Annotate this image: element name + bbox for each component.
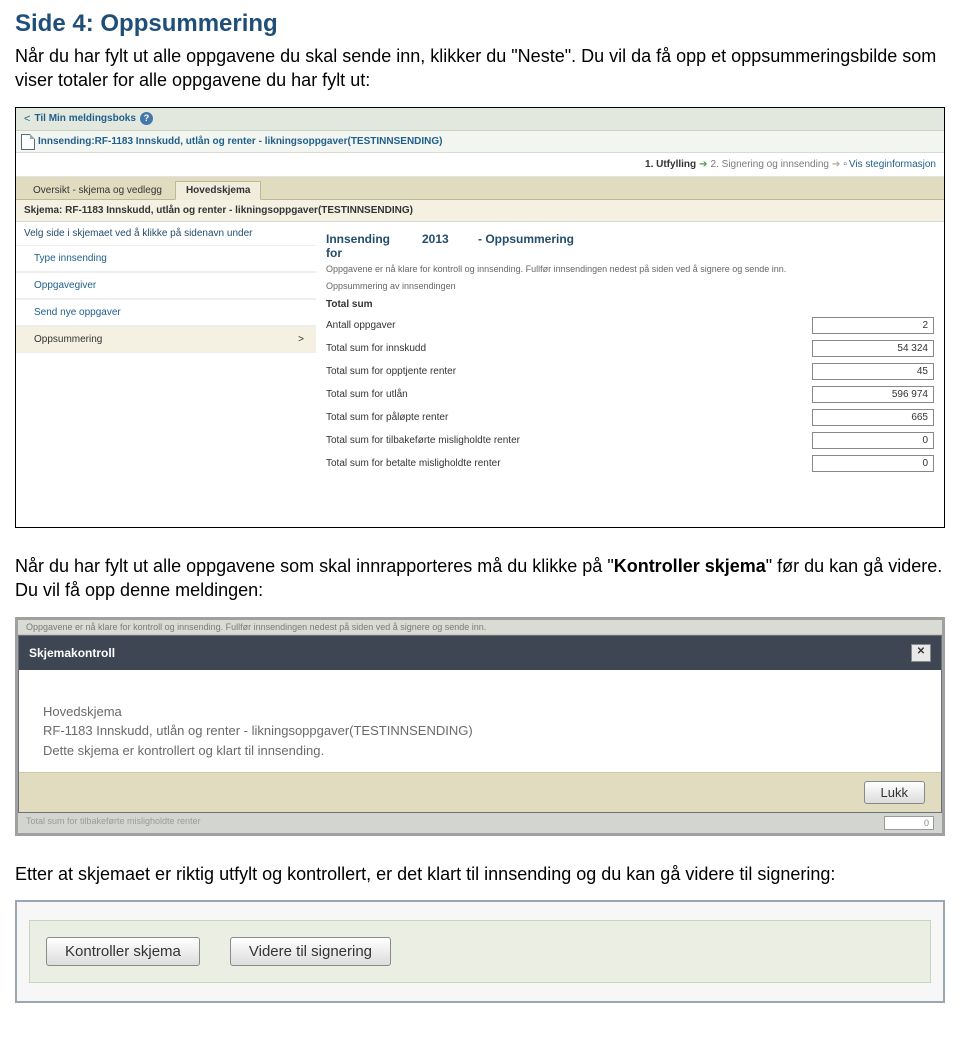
sidebar-item-label: Oppsummering: [34, 334, 102, 345]
modal-body: Hovedskjema RF-1183 Innskudd, utlån og r…: [19, 670, 941, 773]
summary-row-label: Total sum for opptjente renter: [326, 366, 812, 377]
proceed-to-signing-button[interactable]: Videre til signering: [230, 937, 391, 966]
summary-row-label: Total sum for betalte misligholdte rente…: [326, 458, 812, 469]
ghost-row-bottom: Total sum for tilbakeførte misligholdte …: [18, 813, 942, 833]
arrow-right-icon: ➔: [699, 159, 707, 170]
modal-line-2: RF-1183 Innskudd, utlån og renter - likn…: [43, 721, 917, 741]
summary-heading: Innsending for 2013 - Oppsummering: [326, 226, 934, 262]
summary-row: Total sum for opptjente renter45: [326, 360, 934, 383]
summary-row: Total sum for utlån596 974: [326, 383, 934, 406]
modal-title: Skjemakontroll: [29, 646, 115, 660]
summary-row-value: 0: [812, 455, 934, 472]
expand-icon: ▫: [843, 159, 847, 170]
sidebar-item-summary[interactable]: Oppsummering >: [16, 326, 316, 353]
summary-head-year: 2013: [422, 232, 462, 260]
summary-row-value: 54 324: [812, 340, 934, 357]
modal-line-3: Dette skjema er kontrollert og klart til…: [43, 741, 917, 761]
sidebar: Velg side i skjemaet ved å klikke på sid…: [16, 222, 316, 493]
title-row: Innsending: RF-1183 Innskudd, utlån og r…: [16, 131, 944, 153]
summary-row: Antall oppgaver2: [326, 314, 934, 337]
screenshot-schema-control-modal: Oppgavene er nå klare for kontroll og in…: [15, 617, 945, 837]
summary-help-2: Oppsummering av innsendingen: [326, 281, 934, 293]
ghost-bottom-value: 0: [884, 816, 934, 830]
summary-row-value: 45: [812, 363, 934, 380]
arrow-right-icon: ➔: [832, 159, 840, 170]
close-button[interactable]: Lukk: [864, 781, 925, 804]
summary-row-value: 2: [812, 317, 934, 334]
main-panel: Innsending for 2013 - Oppsummering Oppga…: [316, 222, 944, 493]
sidebar-item-oppgavegiver[interactable]: Oppgavegiver: [16, 272, 316, 299]
sidebar-hint: Velg side i skjemaet ved å klikke på sid…: [16, 222, 316, 245]
summary-row-value: 665: [812, 409, 934, 426]
back-chevron-icon: <: [24, 113, 30, 125]
total-sum-label: Total sum: [326, 299, 934, 310]
close-icon[interactable]: ✕: [911, 644, 931, 662]
ghost-bottom-label: Total sum for tilbakeførte misligholdte …: [26, 816, 201, 830]
step-row: 1. Utfylling ➔ 2. Signering og innsendin…: [16, 153, 944, 177]
summary-row-label: Total sum for tilbakeførte misligholdte …: [326, 435, 812, 446]
modal-footer: Lukk: [19, 772, 941, 812]
screenshot-summary-form: < Til Min meldingsboks ? Innsending: RF-…: [15, 107, 945, 528]
help-icon[interactable]: ?: [140, 112, 153, 125]
chevron-right-icon: >: [298, 334, 304, 345]
summary-row-value: 596 974: [812, 386, 934, 403]
paragraph-3: Etter at skjemaet er riktig utfylt og ko…: [15, 862, 945, 886]
screenshot-action-buttons: Kontroller skjema Videre til signering: [15, 900, 945, 1003]
summary-row-label: Antall oppgaver: [326, 320, 812, 331]
summary-row-label: Total sum for utlån: [326, 389, 812, 400]
tab-overview[interactable]: Oversikt - skjema og vedlegg: [22, 181, 173, 199]
intro-paragraph: Når du har fylt ut alle oppgavene du ska…: [15, 44, 945, 93]
summary-row: Total sum for påløpte renter665: [326, 406, 934, 429]
show-step-info-link[interactable]: Vis steginformasjon: [849, 159, 936, 170]
modal-dialog: Skjemakontroll ✕ Hovedskjema RF-1183 Inn…: [18, 635, 942, 814]
document-icon: [21, 134, 35, 150]
paragraph-2: Når du har fylt ut alle oppgavene som sk…: [15, 554, 945, 603]
summary-row: Total sum for tilbakeførte misligholdte …: [326, 429, 934, 452]
check-schema-button[interactable]: Kontroller skjema: [46, 937, 200, 966]
topbar: < Til Min meldingsboks ?: [16, 108, 944, 131]
summary-head-left: Innsending for: [326, 232, 406, 260]
summary-row: Total sum for innskudd54 324: [326, 337, 934, 360]
summary-row-label: Total sum for innskudd: [326, 343, 812, 354]
sidebar-item-type[interactable]: Type innsending: [16, 245, 316, 272]
modal-line-1: Hovedskjema: [43, 702, 917, 722]
tab-main-form[interactable]: Hovedskjema: [175, 181, 261, 200]
title-prefix: Innsending:: [38, 136, 95, 147]
ghost-row-top: Oppgavene er nå klare for kontroll og in…: [18, 620, 942, 635]
summary-row: Total sum for betalte misligholdte rente…: [326, 452, 934, 475]
modal-titlebar: Skjemakontroll ✕: [19, 636, 941, 670]
summary-head-right: - Oppsummering: [478, 232, 574, 260]
summary-help-1: Oppgavene er nå klare for kontroll og in…: [326, 264, 934, 276]
schema-subtitle: Skjema: RF-1183 Innskudd, utlån og rente…: [16, 200, 944, 222]
tab-row: Oversikt - skjema og vedlegg Hovedskjema: [16, 177, 944, 200]
summary-row-label: Total sum for påløpte renter: [326, 412, 812, 423]
back-to-inbox-link[interactable]: Til Min meldingsboks: [34, 113, 136, 124]
page-heading: Side 4: Oppsummering: [15, 10, 945, 38]
title-form-link[interactable]: RF-1183 Innskudd, utlån og renter - likn…: [95, 136, 443, 147]
step-2-label: 2. Signering og innsending: [711, 159, 829, 170]
summary-row-value: 0: [812, 432, 934, 449]
sidebar-item-send-new[interactable]: Send nye oppgaver: [16, 299, 316, 326]
step-1-label: 1. Utfylling: [645, 159, 696, 170]
